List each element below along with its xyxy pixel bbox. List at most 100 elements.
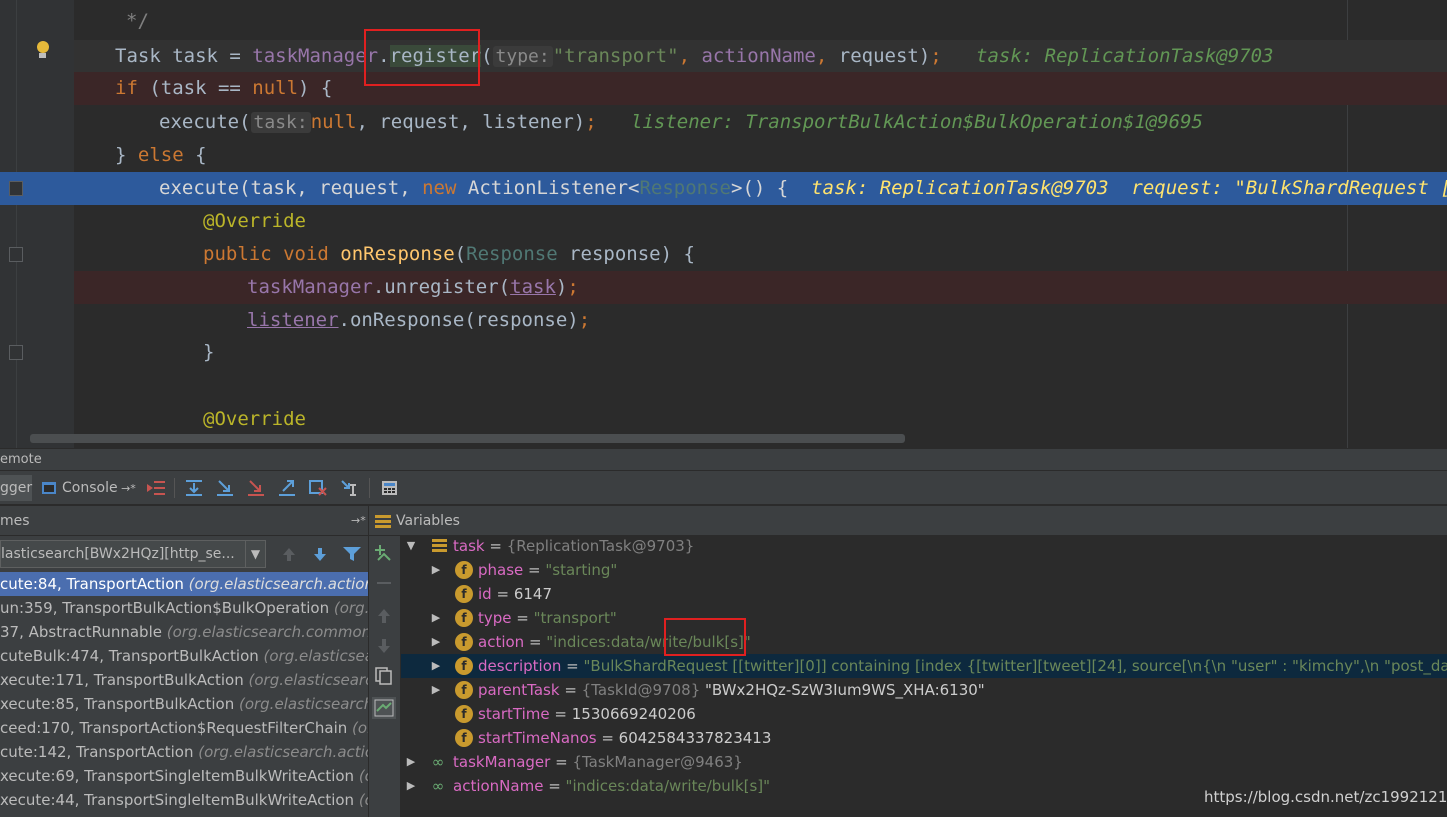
chevron-right-icon[interactable]: ▶ xyxy=(430,606,442,630)
variables-toolbar xyxy=(369,536,401,817)
chevron-right-icon[interactable]: ▶ xyxy=(430,678,442,702)
param-hint-task: task: xyxy=(250,112,311,133)
show-types-icon[interactable] xyxy=(372,697,396,719)
code-editor[interactable]: */ Task task = taskManager.register(type… xyxy=(0,0,1447,448)
inline-debug-value: task: ReplicationTask@9703 request: "Bul… xyxy=(811,177,1447,199)
stack-frame[interactable]: ceed:170, TransportAction$RequestFilterC… xyxy=(0,716,368,740)
stack-frame[interactable]: xecute:85, TransportBulkAction (org.elas… xyxy=(0,692,368,716)
chevron-right-icon[interactable]: ▶ xyxy=(430,654,442,678)
code-line-execute-listener[interactable]: execute(task, request, new ActionListene… xyxy=(159,172,1447,205)
frames-panel: mes →* lasticsearch[BWx2HQz][http_se... … xyxy=(0,506,368,817)
evaluate-expression-icon[interactable] xyxy=(380,479,400,497)
code-line-unregister[interactable]: taskManager.unregister(task); xyxy=(247,271,579,304)
thread-selector[interactable]: lasticsearch[BWx2HQz][http_se... ▼ xyxy=(0,540,266,568)
code-line-on-response[interactable]: public void onResponse(Response response… xyxy=(203,238,695,271)
code-line-close-brace[interactable]: } xyxy=(203,336,214,369)
variable-row-type[interactable]: ▶ f type = "transport" xyxy=(401,606,1447,630)
variable-row-parent-task[interactable]: ▶ f parentTask = {TaskId@9708} "BWx2HQz-… xyxy=(401,678,1447,702)
field-icon: f xyxy=(455,657,473,675)
variable-row-phase[interactable]: ▶ f phase = "starting" xyxy=(401,558,1447,582)
object-icon xyxy=(431,537,449,555)
param-hint-type: type: xyxy=(492,46,553,67)
force-step-into-icon[interactable] xyxy=(246,479,266,497)
chevron-right-icon[interactable]: ▶ xyxy=(405,774,417,798)
field-icon: f xyxy=(455,705,473,723)
gutter-divider xyxy=(16,0,17,448)
code-line-register[interactable]: Task task = taskManager.register(type: "t… xyxy=(115,40,1273,73)
variable-row-action[interactable]: ▶ f action = "indices:data/write/bulk[s]… xyxy=(401,630,1447,654)
field-icon: f xyxy=(455,585,473,603)
field-icon: f xyxy=(455,561,473,579)
chevron-right-icon[interactable]: ▶ xyxy=(405,750,417,774)
tab-console[interactable]: Console →* xyxy=(38,475,138,501)
stack-frame[interactable]: xecute:44, TransportSingleItemBulkWriteA… xyxy=(0,788,368,812)
field-icon: f xyxy=(455,729,473,747)
infinity-icon: ∞ xyxy=(431,777,445,795)
stack-frame[interactable]: xecute:69, TransportSingleItemBulkWriteA… xyxy=(0,764,368,788)
watermark: https://blog.csdn.net/zc19921215 xyxy=(1204,788,1447,806)
field-icon: f xyxy=(455,633,473,651)
toolbar-separator xyxy=(174,478,175,498)
run-to-cursor-icon[interactable] xyxy=(340,479,360,497)
stack-frame[interactable]: cuteBulk:474, TransportBulkAction (org.e… xyxy=(0,644,368,668)
copy-icon[interactable] xyxy=(375,667,393,685)
debug-toolbar: gger Console →* xyxy=(0,471,1447,505)
stack-frame[interactable]: 37, AbstractRunnable (org.elasticsearch.… xyxy=(0,620,368,644)
code-line-execute-null[interactable]: execute(task: null, request, listener); l… xyxy=(159,106,1203,139)
frames-panel-header: mes →* xyxy=(0,506,368,536)
console-icon xyxy=(42,482,56,494)
infinity-icon: ∞ xyxy=(431,753,445,771)
code-line-if-null[interactable]: if (task == null) { xyxy=(115,72,332,105)
step-out-icon[interactable] xyxy=(277,479,297,497)
field-icon: f xyxy=(455,681,473,699)
chevron-right-icon[interactable]: ▶ xyxy=(430,558,442,582)
stack-frame[interactable]: un:359, TransportBulkAction$BulkOperatio… xyxy=(0,596,368,620)
field-icon: f xyxy=(455,609,473,627)
chevron-right-icon[interactable]: ▶ xyxy=(430,630,442,654)
stack-frame[interactable]: cute:84, TransportAction (org.elasticsea… xyxy=(0,572,368,596)
code-line-else[interactable]: } else { xyxy=(115,139,207,172)
filter-icon[interactable] xyxy=(342,546,362,562)
variables-icon xyxy=(375,515,391,528)
variables-tree: ▼ task = {ReplicationTask@9703} ▶ f phas… xyxy=(401,536,1447,817)
next-thread-icon[interactable] xyxy=(311,546,329,562)
chevron-down-icon[interactable]: ▼ xyxy=(405,534,417,558)
highlight-box-register xyxy=(364,29,480,86)
pin-icon[interactable]: →* xyxy=(351,506,366,536)
stack-frame[interactable]: cute:142, TransportAction (org.elasticse… xyxy=(0,740,368,764)
highlight-box-action-value xyxy=(664,618,746,656)
fold-marker-icon[interactable] xyxy=(9,345,23,360)
chevron-down-icon[interactable]: ▼ xyxy=(245,541,265,567)
variable-row-start-time-nanos[interactable]: f startTimeNanos = 6042584337823413 xyxy=(401,726,1447,750)
inline-debug-value: listener: TransportBulkAction$BulkOperat… xyxy=(631,111,1203,133)
variable-row-start-time[interactable]: f startTime = 1530669240206 xyxy=(401,702,1447,726)
variable-row-task-manager[interactable]: ▶ ∞ taskManager = {TaskManager@9463} xyxy=(401,750,1447,774)
code-line-override[interactable]: @Override xyxy=(203,205,306,238)
previous-thread-icon[interactable] xyxy=(280,546,298,562)
drop-frame-icon[interactable] xyxy=(308,479,328,497)
variables-panel-header: Variables xyxy=(369,506,1447,536)
show-execution-point-icon[interactable] xyxy=(146,479,166,497)
add-watch-icon[interactable] xyxy=(374,544,394,562)
move-up-icon[interactable] xyxy=(377,608,391,624)
lightbulb-icon[interactable] xyxy=(36,41,49,60)
toolbar-separator xyxy=(369,478,370,498)
code-line-listener-on-response[interactable]: listener.onResponse(response); xyxy=(247,304,590,337)
variable-row-task[interactable]: ▼ task = {ReplicationTask@9703} xyxy=(401,534,1447,558)
inline-debug-value: task: ReplicationTask@9703 xyxy=(976,45,1274,67)
variable-row-description[interactable]: ▶ f description = "BulkShardRequest [[tw… xyxy=(401,654,1447,678)
debug-window-title: emote xyxy=(0,448,1447,470)
step-over-icon[interactable] xyxy=(184,479,204,497)
editor-gutter[interactable] xyxy=(0,0,74,448)
fold-marker-icon[interactable] xyxy=(9,181,23,196)
remove-watch-icon[interactable] xyxy=(377,582,391,584)
stack-frame[interactable]: xecute:171, TransportBulkAction (org.ela… xyxy=(0,668,368,692)
move-down-icon[interactable] xyxy=(377,638,391,654)
code-line-comment-end: */ xyxy=(126,10,149,32)
step-into-icon[interactable] xyxy=(215,479,235,497)
tab-debugger[interactable]: gger xyxy=(0,475,32,501)
horizontal-scrollbar[interactable] xyxy=(30,434,905,443)
variable-row-id[interactable]: f id = 6147 xyxy=(401,582,1447,606)
fold-marker-icon[interactable] xyxy=(9,247,23,262)
code-line-override[interactable]: @Override xyxy=(203,403,306,436)
